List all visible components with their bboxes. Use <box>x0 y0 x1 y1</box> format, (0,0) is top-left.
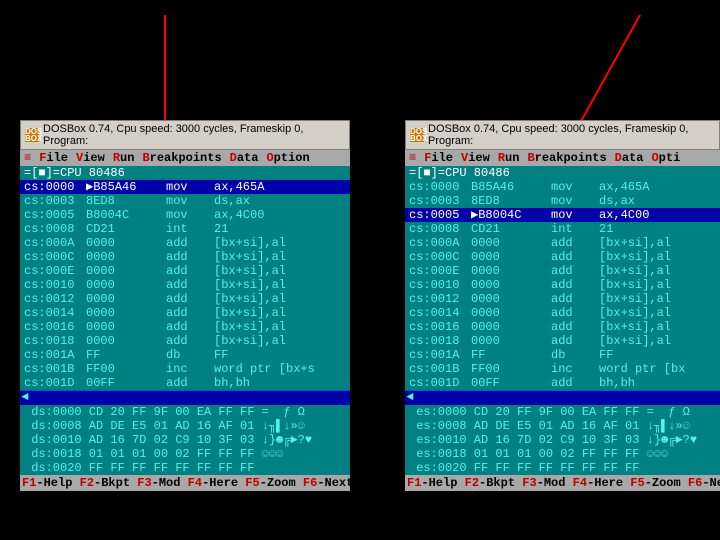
dump-row[interactable]: ds:0010 AD 16 7D 02 C9 10 3F 03 ↓}☻╔►?♥ <box>20 433 350 447</box>
cpu-header: =[■]=CPU 80486 <box>20 166 350 180</box>
memory-dump-pane[interactable]: es:0000 CD 20 FF 9F 00 EA FF FF = ƒ Ω es… <box>405 405 720 475</box>
fkey-f2[interactable]: F2-Bkpt <box>465 476 523 490</box>
fkey-f3[interactable]: F3-Mod <box>522 476 572 490</box>
disasm-row[interactable]: cs:001D00FFaddbh,bh <box>20 376 350 390</box>
fkey-f2[interactable]: F2-Bkpt <box>80 476 138 490</box>
disasm-row[interactable]: cs:00120000add[bx+si],al <box>20 292 350 306</box>
fkey-f5[interactable]: F5-Zoom <box>630 476 688 490</box>
scroll-left-icon[interactable]: ◄ <box>20 391 30 405</box>
disasm-row[interactable]: cs:000A0000add[bx+si],al <box>20 236 350 250</box>
disasm-row[interactable]: cs:0005▶B8004Cmovax,4C00 <box>405 208 720 222</box>
dump-row[interactable]: es:0008 AD DE E5 01 AD 16 AF 01 ↓╖▌↓»☺ <box>405 419 720 433</box>
disasm-row[interactable]: cs:001BFF00incword ptr [bx+s <box>20 362 350 376</box>
pane-divider: ◄ <box>20 390 350 405</box>
disasm-row[interactable]: cs:001D00FFaddbh,bh <box>405 376 720 390</box>
disasm-row[interactable]: cs:00100000add[bx+si],al <box>405 278 720 292</box>
fkey-f1[interactable]: F1-Help <box>407 476 465 490</box>
fkey-f3[interactable]: F3-Mod <box>137 476 187 490</box>
disasm-row[interactable]: cs:000C0000add[bx+si],al <box>20 250 350 264</box>
dump-row[interactable]: ds:0000 CD 20 FF 9F 00 EA FF FF = ƒ Ω <box>20 405 350 419</box>
menubar[interactable]: ≡ File View Run Breakpoints Data Opti <box>405 150 720 166</box>
cpu-header: =[■]=CPU 80486 <box>405 166 720 180</box>
dump-row[interactable]: ds:0020 FF FF FF FF FF FF FF FF <box>20 461 350 475</box>
menu-item[interactable]: File <box>39 151 68 165</box>
debugger-window-right: DOSBOX DOSBox 0.74, Cpu speed: 3000 cycl… <box>405 120 720 491</box>
fkey-f6[interactable]: F6-Ne <box>688 476 720 490</box>
dump-row[interactable]: es:0000 CD 20 FF 9F 00 EA FF FF = ƒ Ω <box>405 405 720 419</box>
disasm-row[interactable]: cs:0000B85A46movax,465A <box>405 180 720 194</box>
disasm-row[interactable]: cs:001BFF00incword ptr [bx <box>405 362 720 376</box>
disasm-row[interactable]: cs:00160000add[bx+si],al <box>20 320 350 334</box>
titlebar[interactable]: DOSBOX DOSBox 0.74, Cpu speed: 3000 cycl… <box>20 120 350 150</box>
disassembly-pane[interactable]: cs:0000▶B85A46movax,465A cs:00038ED8movd… <box>20 180 350 390</box>
fkey-f4[interactable]: F4-Here <box>573 476 631 490</box>
fkey-f6[interactable]: F6-Next <box>303 476 350 490</box>
dosbox-icon: DOSBOX <box>25 128 39 142</box>
dump-row[interactable]: ds:0018 01 01 01 00 02 FF FF FF ☺☺☺ <box>20 447 350 461</box>
fkey-f1[interactable]: F1-Help <box>22 476 80 490</box>
menu-item[interactable]: Run <box>113 151 135 165</box>
menu-item[interactable]: Data <box>230 151 259 165</box>
disasm-row[interactable]: cs:0005B8004Cmovax,4C00 <box>20 208 350 222</box>
disasm-row[interactable]: cs:00140000add[bx+si],al <box>405 306 720 320</box>
menu-item[interactable]: ≡ <box>24 151 31 165</box>
dosbox-icon: DOSBOX <box>410 128 424 142</box>
dump-row[interactable]: es:0010 AD 16 7D 02 C9 10 3F 03 ↓}☻╔►?♥ <box>405 433 720 447</box>
window-title: DOSBox 0.74, Cpu speed: 3000 cycles, Fra… <box>428 123 715 147</box>
disasm-row[interactable]: cs:00038ED8movds,ax <box>20 194 350 208</box>
disassembly-pane[interactable]: cs:0000B85A46movax,465A cs:00038ED8movds… <box>405 180 720 390</box>
disasm-row[interactable]: cs:00180000add[bx+si],al <box>20 334 350 348</box>
fkey-f5[interactable]: F5-Zoom <box>245 476 303 490</box>
menu-item[interactable]: Option <box>266 151 309 165</box>
menu-item[interactable]: Breakpoints <box>527 151 606 165</box>
menu-item[interactable]: Breakpoints <box>142 151 221 165</box>
window-title: DOSBox 0.74, Cpu speed: 3000 cycles, Fra… <box>43 123 345 147</box>
disasm-row[interactable]: cs:00160000add[bx+si],al <box>405 320 720 334</box>
menu-item[interactable]: Run <box>498 151 520 165</box>
dump-row[interactable]: es:0018 01 01 01 00 02 FF FF FF ☺☺☺ <box>405 447 720 461</box>
menu-item[interactable]: Data <box>615 151 644 165</box>
disasm-row[interactable]: cs:00100000add[bx+si],al <box>20 278 350 292</box>
debugger-window-left: DOSBOX DOSBox 0.74, Cpu speed: 3000 cycl… <box>20 120 350 491</box>
menubar[interactable]: ≡ File View Run Breakpoints Data Option <box>20 150 350 166</box>
menu-item[interactable]: View <box>461 151 490 165</box>
dump-row[interactable]: ds:0008 AD DE E5 01 AD 16 AF 01 ↓╖▌↓»☺ <box>20 419 350 433</box>
menu-item[interactable]: File <box>424 151 453 165</box>
menu-item[interactable]: ≡ <box>409 151 416 165</box>
disasm-row[interactable]: cs:00180000add[bx+si],al <box>405 334 720 348</box>
titlebar[interactable]: DOSBOX DOSBox 0.74, Cpu speed: 3000 cycl… <box>405 120 720 150</box>
menu-item[interactable]: Opti <box>651 151 680 165</box>
disasm-row[interactable]: cs:00038ED8movds,ax <box>405 194 720 208</box>
disasm-row[interactable]: cs:000E0000add[bx+si],al <box>20 264 350 278</box>
memory-dump-pane[interactable]: ds:0000 CD 20 FF 9F 00 EA FF FF = ƒ Ω ds… <box>20 405 350 475</box>
disasm-row[interactable]: cs:000C0000add[bx+si],al <box>405 250 720 264</box>
disasm-row[interactable]: cs:001AFFdbFF <box>20 348 350 362</box>
disasm-row[interactable]: cs:0008CD21int21 <box>405 222 720 236</box>
function-key-bar[interactable]: F1-Help F2-Bkpt F3-Mod F4-Here F5-Zoom F… <box>405 475 720 491</box>
scroll-left-icon[interactable]: ◄ <box>405 391 415 405</box>
disasm-row[interactable]: cs:0008CD21int21 <box>20 222 350 236</box>
disasm-row[interactable]: cs:00140000add[bx+si],al <box>20 306 350 320</box>
disasm-row[interactable]: cs:000E0000add[bx+si],al <box>405 264 720 278</box>
pane-divider: ◄ <box>405 390 720 405</box>
menu-item[interactable]: View <box>76 151 105 165</box>
dump-row[interactable]: es:0020 FF FF FF FF FF FF FF FF <box>405 461 720 475</box>
fkey-f4[interactable]: F4-Here <box>188 476 246 490</box>
disasm-row[interactable]: cs:00120000add[bx+si],al <box>405 292 720 306</box>
function-key-bar[interactable]: F1-Help F2-Bkpt F3-Mod F4-Here F5-Zoom F… <box>20 475 350 491</box>
disasm-row[interactable]: cs:0000▶B85A46movax,465A <box>20 180 350 194</box>
disasm-row[interactable]: cs:000A0000add[bx+si],al <box>405 236 720 250</box>
disasm-row[interactable]: cs:001AFFdbFF <box>405 348 720 362</box>
